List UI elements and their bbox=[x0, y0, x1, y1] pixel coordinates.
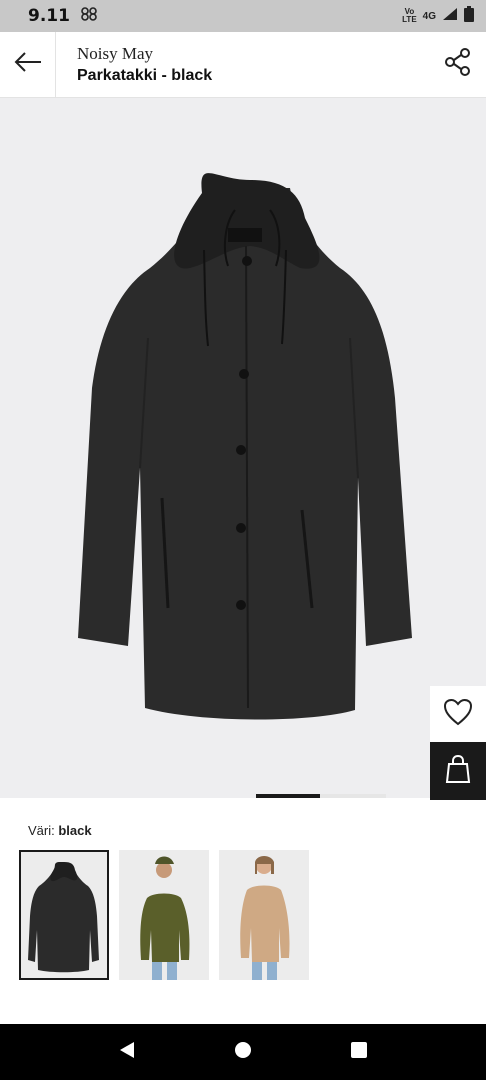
product-header: Noisy May Parkatakki - black bbox=[0, 31, 486, 98]
shopping-bag-icon bbox=[445, 754, 471, 789]
selected-color: black bbox=[58, 823, 92, 838]
product-image-carousel[interactable] bbox=[0, 98, 486, 798]
share-button[interactable] bbox=[430, 32, 486, 98]
square-recents-icon[interactable] bbox=[350, 1041, 368, 1064]
back-button[interactable] bbox=[0, 31, 56, 98]
arrow-left-icon bbox=[13, 51, 43, 78]
notification-app-icon bbox=[80, 6, 98, 27]
color-label: Väri: black bbox=[28, 823, 92, 838]
battery-icon bbox=[464, 5, 474, 27]
system-navigation-bar bbox=[0, 1024, 486, 1080]
wishlist-button[interactable] bbox=[430, 686, 486, 742]
add-to-bag-button[interactable] bbox=[430, 742, 486, 800]
color-swatch-list bbox=[19, 850, 309, 980]
signal-icon bbox=[442, 7, 458, 26]
color-swatch-beige[interactable] bbox=[219, 850, 309, 980]
status-bar: 9.11 Vo LTE 4G bbox=[0, 0, 486, 32]
color-swatch-olive[interactable] bbox=[119, 850, 209, 980]
circle-home-icon[interactable] bbox=[233, 1040, 253, 1065]
product-image bbox=[78, 173, 412, 720]
volte-indicator: Vo LTE bbox=[402, 7, 417, 24]
share-icon bbox=[443, 47, 473, 82]
page-title: Parkatakki - black bbox=[77, 66, 213, 84]
heart-icon bbox=[443, 698, 473, 731]
brand-name: Noisy May bbox=[77, 43, 154, 63]
network-type: 4G bbox=[422, 10, 436, 22]
color-swatch-black[interactable] bbox=[19, 850, 109, 980]
triangle-back-icon[interactable] bbox=[118, 1040, 136, 1065]
header-titles: Noisy May Parkatakki - black bbox=[56, 43, 430, 87]
image-page-indicator-active bbox=[256, 794, 320, 798]
status-time: 9.11 bbox=[28, 6, 70, 26]
image-page-indicator bbox=[256, 794, 386, 798]
